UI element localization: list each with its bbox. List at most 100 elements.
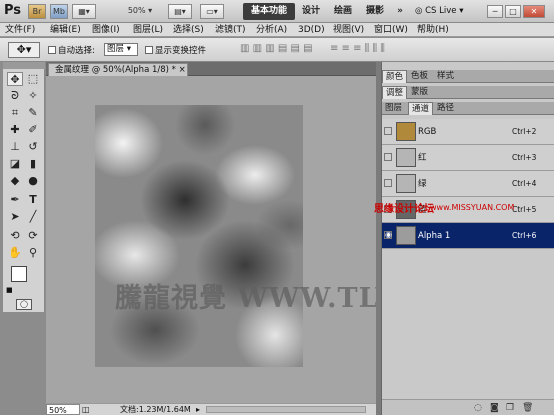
tab-swatches[interactable]: 色板 <box>408 70 431 83</box>
visibility-eye-icon[interactable] <box>384 179 392 187</box>
tab-styles[interactable]: 样式 <box>434 70 457 83</box>
tab-layers[interactable]: 图层 <box>382 102 405 115</box>
trash-icon[interactable]: 🗑 <box>522 403 533 413</box>
document-canvas-clouds[interactable] <box>95 105 303 367</box>
clone-stamp-tool-icon[interactable]: ⊥ <box>7 140 23 154</box>
grid-icon: ▦▾ <box>78 7 90 16</box>
brush-tool-icon[interactable]: ✐ <box>25 123 41 137</box>
align-icons[interactable]: ▥ ▥ ▥ ▤ ▤ ▤ <box>240 43 313 54</box>
photoshop-window: Ps Br Mb ▦▾ 50% ▾ ▤▾ ▭▾ 基本功能 设计 绘画 摄影 » … <box>0 0 554 415</box>
pen-tool-icon[interactable]: ✒ <box>7 193 23 207</box>
auto-select-label: 自动选择: <box>58 46 95 56</box>
visibility-eye-icon[interactable] <box>384 153 392 161</box>
workspace-painting[interactable]: 绘画 <box>330 3 356 20</box>
auto-select-target-select[interactable]: 图层 ▾ <box>104 43 138 56</box>
marquee-tool-icon[interactable]: ⬚ <box>25 72 41 86</box>
type-tool-icon[interactable]: T <box>25 193 41 207</box>
tab-adjustments[interactable]: 调整 <box>382 86 408 99</box>
visibility-eye-icon[interactable]: ◉ <box>384 231 392 239</box>
auto-select-checkbox[interactable] <box>48 46 56 54</box>
channel-shortcut: Ctrl+5 <box>512 205 537 214</box>
line-tool-icon[interactable]: ╱ <box>25 210 41 224</box>
status-menu-icon[interactable]: ▸ <box>196 404 200 415</box>
panel-dock: 颜色 色板 样式 调整 蒙版 图层 通道 路径 RGB Ctrl+2 红 Ctrl+3… <box>381 62 554 415</box>
channel-row[interactable]: 绿 Ctrl+4 <box>382 171 554 197</box>
dodge-tool-icon[interactable]: ● <box>25 174 41 188</box>
path-selection-tool-icon[interactable]: ➤ <box>7 210 23 224</box>
visibility-eye-icon[interactable] <box>384 127 392 135</box>
channel-shortcut: Ctrl+3 <box>512 153 537 162</box>
site-credit-url: www.MISSYUAN.COM <box>430 203 515 212</box>
history-brush-tool-icon[interactable]: ↺ <box>25 140 41 154</box>
load-selection-icon[interactable]: ◌ <box>474 403 482 413</box>
menu-layer[interactable]: 图层(L) <box>133 23 163 37</box>
menu-file[interactable]: 文件(F) <box>5 23 35 37</box>
workspace-photography[interactable]: 摄影 <box>362 3 388 20</box>
foreground-color-swatch[interactable] <box>11 266 27 282</box>
workspace-design[interactable]: 设计 <box>298 3 324 20</box>
mini-bridge-button[interactable]: Mb <box>50 4 68 19</box>
more-workspaces-button[interactable]: » <box>393 3 407 20</box>
new-channel-icon[interactable]: ❐ <box>506 403 514 413</box>
channel-name: 绿 <box>418 179 427 189</box>
quick-select-tool-icon[interactable]: ✧ <box>25 89 41 103</box>
document-tab-title: 金属纹理 @ 50%(Alpha 1/8) * <box>55 65 176 75</box>
document-tab[interactable]: 金属纹理 @ 50%(Alpha 1/8) * × <box>48 63 188 76</box>
menu-help[interactable]: 帮助(H) <box>417 23 449 37</box>
zoom-tool-icon[interactable]: ⚲ <box>25 246 41 260</box>
healing-brush-tool-icon[interactable]: ✚ <box>7 123 23 137</box>
quick-mask-button[interactable]: ◯ <box>16 299 32 310</box>
menu-select[interactable]: 选择(S) <box>173 23 204 37</box>
ps-logo: Ps <box>4 3 22 18</box>
close-window-button[interactable]: ✕ <box>523 5 545 18</box>
menu-image[interactable]: 图像(I) <box>92 23 120 37</box>
status-bar: 50% ◫ 文档:1.23M/1.64M ▸ <box>46 403 376 415</box>
channel-row[interactable]: 红 Ctrl+3 <box>382 145 554 171</box>
tools-panel-header[interactable] <box>3 62 45 69</box>
menu-window[interactable]: 窗口(W) <box>374 23 408 37</box>
zoom-level-select[interactable]: 50% ▾ <box>120 4 160 19</box>
close-tab-icon[interactable]: × <box>179 65 186 75</box>
quick-mask-icon: ◯ <box>20 300 28 308</box>
cs-live-button[interactable]: ◎ CS Live ▾ <box>415 5 475 18</box>
move-tool-icon: ✥▾ <box>16 43 32 56</box>
menu-view[interactable]: 视图(V) <box>333 23 364 37</box>
tab-color[interactable]: 颜色 <box>382 70 408 83</box>
arrange-documents-button[interactable]: ▤▾ <box>168 4 192 19</box>
menu-3d[interactable]: 3D(D) <box>298 23 325 37</box>
show-transform-checkbox[interactable] <box>145 46 153 54</box>
tool-preset-picker[interactable]: ✥▾ <box>8 42 40 58</box>
view-extras-button[interactable]: ▦▾ <box>72 4 96 19</box>
lasso-tool-icon[interactable]: ᘐ <box>7 89 23 103</box>
screen-mode-button[interactable]: ▭▾ <box>200 4 224 19</box>
default-colors-icon[interactable]: ■ <box>6 286 13 294</box>
horizontal-scrollbar[interactable] <box>206 406 366 413</box>
tab-channels[interactable]: 通道 <box>408 102 434 115</box>
blur-tool-icon[interactable]: ◆ <box>7 174 23 188</box>
show-transform-label: 显示变换控件 <box>155 46 207 56</box>
hand-tool-icon[interactable]: ✋ <box>7 246 23 260</box>
maximize-button[interactable]: □ <box>505 5 521 18</box>
3d-orbit-tool-icon[interactable]: ⟳ <box>25 229 41 243</box>
zoom-field[interactable]: 50% <box>46 404 80 415</box>
tools-panel: ✥ ⬚ ᘐ ✧ ⌗ ✎ ✚ ✐ ⊥ ↺ ◪ ▮ ◆ ● ✒ T ➤ ╱ ⟲ ⟳ … <box>3 62 45 312</box>
menu-edit[interactable]: 编辑(E) <box>50 23 81 37</box>
eyedropper-tool-icon[interactable]: ✎ <box>25 106 41 120</box>
channel-shortcut: Ctrl+6 <box>512 231 537 240</box>
eraser-tool-icon[interactable]: ◪ <box>7 157 23 171</box>
distribute-icons[interactable]: ≡ ≡ ≡ ⫼ ⫼ ⫼ <box>330 43 385 54</box>
menu-analysis[interactable]: 分析(A) <box>256 23 287 37</box>
save-selection-icon[interactable]: ◙ <box>490 403 499 413</box>
channel-row[interactable]: RGB Ctrl+2 <box>382 119 554 145</box>
tab-paths[interactable]: 路径 <box>434 102 457 115</box>
menu-filter[interactable]: 滤镜(T) <box>215 23 246 37</box>
channel-row[interactable]: ◉ Alpha 1 Ctrl+6 <box>382 223 554 249</box>
tab-masks[interactable]: 蒙版 <box>408 86 431 99</box>
crop-tool-icon[interactable]: ⌗ <box>7 106 23 120</box>
gradient-tool-icon[interactable]: ▮ <box>25 157 41 171</box>
minimize-button[interactable]: ─ <box>487 5 503 18</box>
bridge-button[interactable]: Br <box>28 4 46 19</box>
move-tool-icon[interactable]: ✥ <box>7 72 23 86</box>
workspace-essentials[interactable]: 基本功能 <box>243 3 295 20</box>
3d-rotate-tool-icon[interactable]: ⟲ <box>7 229 23 243</box>
